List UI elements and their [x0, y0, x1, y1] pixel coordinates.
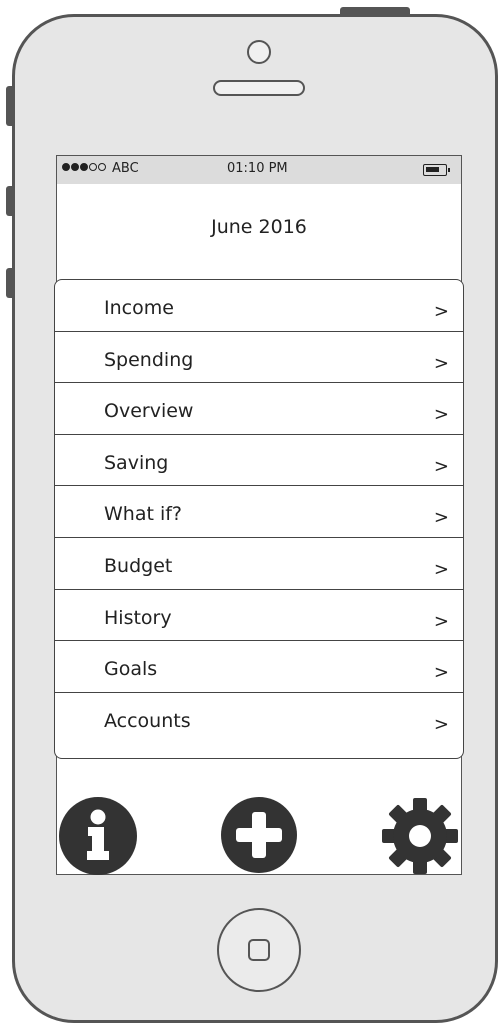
- menu-item-label: Saving: [104, 451, 169, 474]
- page-title: June 2016: [211, 216, 307, 238]
- status-time: 01:10 PM: [227, 161, 288, 176]
- chevron-right-icon: >: [433, 455, 449, 477]
- settings-button[interactable]: [380, 796, 460, 876]
- add-button[interactable]: [220, 796, 298, 874]
- signal-dot: [62, 163, 70, 171]
- menu-item-what-if[interactable]: What if? >: [55, 486, 463, 538]
- menu-item-saving[interactable]: Saving >: [55, 435, 463, 487]
- menu-item-goals[interactable]: Goals >: [55, 641, 463, 693]
- signal-dot: [80, 163, 88, 171]
- signal-dot: [71, 163, 79, 171]
- menu-item-budget[interactable]: Budget >: [55, 538, 463, 590]
- menu-item-label: Accounts: [104, 709, 191, 732]
- menu-item-label: What if?: [104, 503, 183, 526]
- chevron-right-icon: >: [433, 662, 449, 684]
- menu-item-label: Income: [104, 297, 174, 319]
- home-square-icon: [248, 939, 270, 961]
- chevron-right-icon: >: [433, 404, 449, 426]
- menu-item-income[interactable]: Income >: [55, 280, 463, 332]
- chevron-right-icon: >: [433, 507, 449, 529]
- info-button[interactable]: [58, 796, 138, 876]
- front-camera: [247, 40, 271, 64]
- signal-strength-icon: [62, 163, 106, 171]
- menu-item-label: Spending: [104, 348, 194, 371]
- chevron-right-icon: >: [433, 610, 449, 632]
- menu-item-label: Overview: [104, 400, 194, 423]
- menu-item-label: Budget: [104, 554, 173, 577]
- signal-dot: [89, 163, 97, 171]
- chevron-right-icon: >: [433, 558, 449, 580]
- chevron-right-icon: >: [433, 301, 449, 322]
- menu-item-label: Goals: [104, 658, 158, 681]
- status-bar: ABC 01:10 PM: [57, 156, 461, 184]
- chevron-right-icon: >: [433, 352, 449, 374]
- add-icon: [221, 797, 297, 873]
- menu-item-label: History: [104, 606, 172, 629]
- chevron-right-icon: >: [433, 713, 449, 735]
- menu-item-accounts[interactable]: Accounts >: [55, 693, 463, 745]
- info-icon: [59, 797, 137, 875]
- menu-item-overview[interactable]: Overview >: [55, 383, 463, 435]
- carrier-name: ABC: [112, 161, 139, 176]
- battery-icon: [423, 164, 450, 176]
- gear-icon: [382, 798, 458, 874]
- menu-list: Income > Spending > Overview > Saving > …: [54, 279, 464, 759]
- menu-item-spending[interactable]: Spending >: [55, 332, 463, 384]
- signal-dot: [98, 163, 106, 171]
- earpiece-speaker: [213, 80, 305, 96]
- menu-item-history[interactable]: History >: [55, 590, 463, 642]
- home-button[interactable]: [217, 908, 301, 992]
